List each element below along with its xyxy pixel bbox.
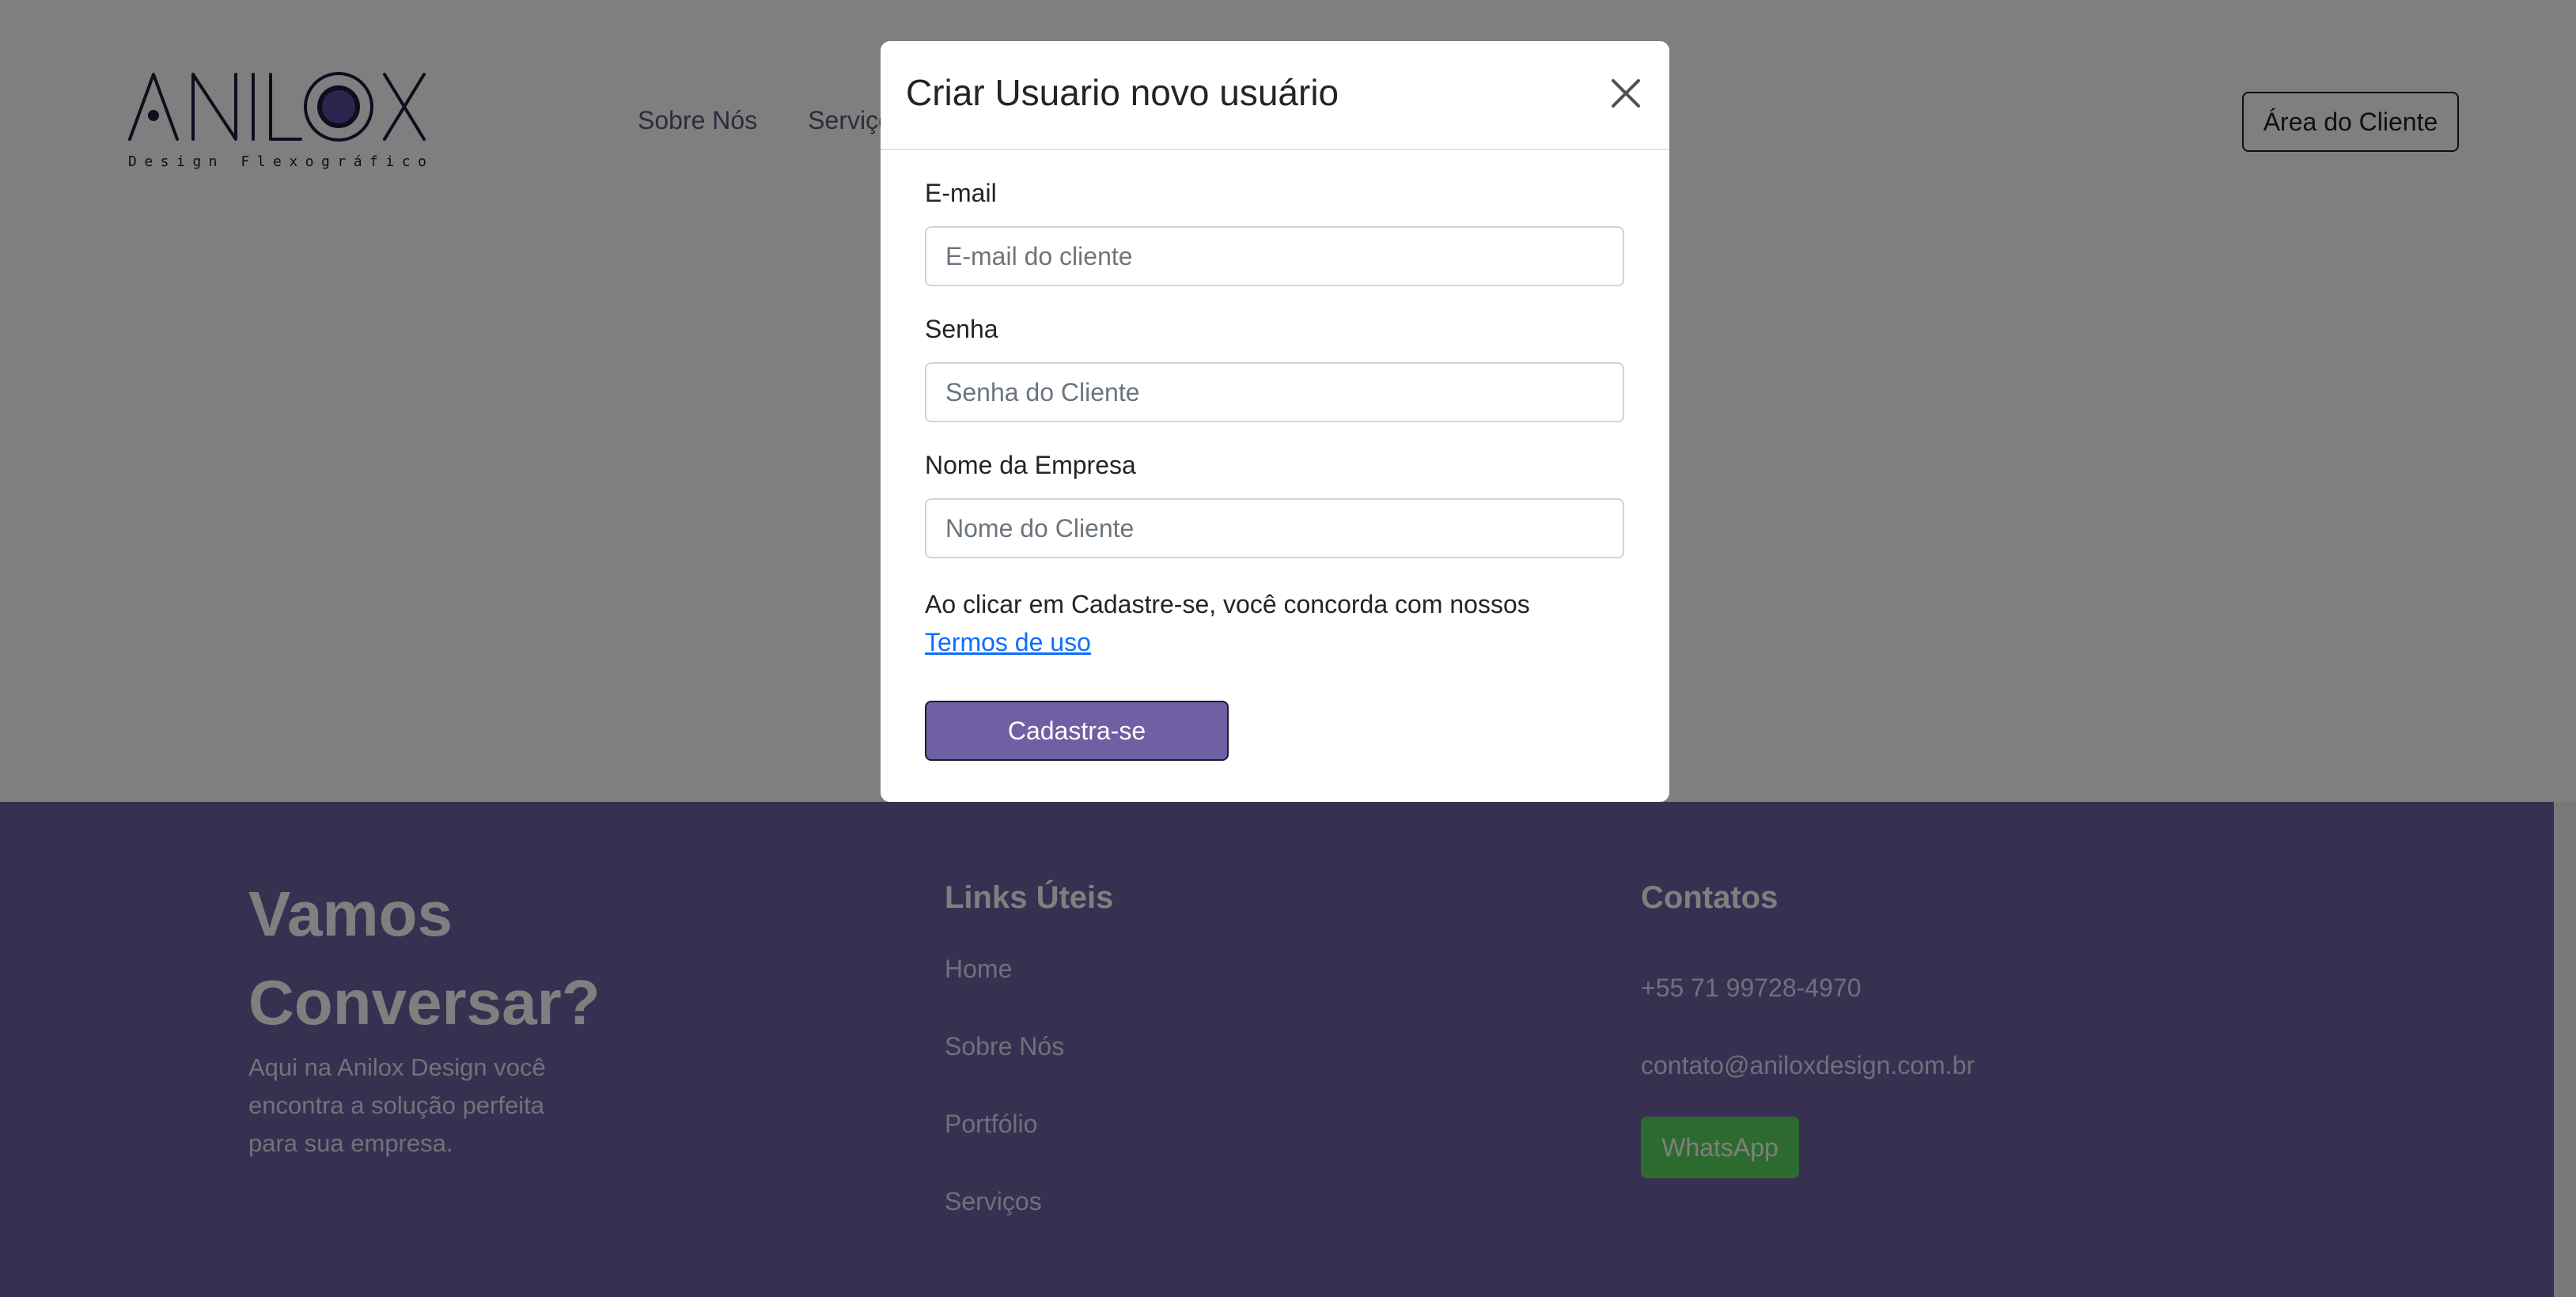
password-field[interactable] — [925, 362, 1624, 422]
terms-text: Ao clicar em Cadastre-se, você concorda … — [925, 590, 1530, 618]
password-label: Senha — [925, 315, 998, 343]
company-name-label: Nome da Empresa — [925, 451, 1136, 479]
company-name-field[interactable] — [925, 498, 1624, 558]
modal-header: Criar Usuario novo usuário — [881, 41, 1669, 150]
close-button[interactable] — [1608, 76, 1643, 111]
modal-title: Criar Usuario novo usuário — [906, 72, 1339, 113]
close-icon — [1612, 79, 1640, 108]
email-field[interactable] — [925, 226, 1624, 286]
email-label: E-mail — [925, 179, 997, 207]
create-user-modal: Criar Usuario novo usuário E-mail Senha … — [881, 41, 1669, 802]
signup-button[interactable]: Cadastra-se — [925, 701, 1229, 761]
terms-of-use-link[interactable]: Termos de uso — [925, 628, 1091, 656]
terms-notice: Ao clicar em Cadastre-se, você concorda … — [925, 585, 1621, 661]
